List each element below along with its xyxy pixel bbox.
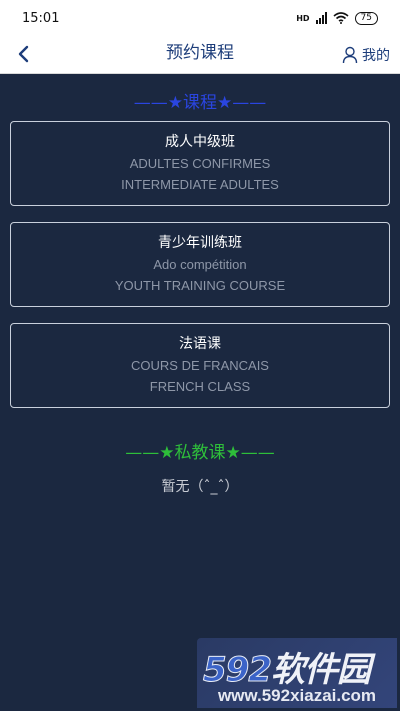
course-subtitle-english: YOUTH TRAINING COURSE [114, 278, 286, 293]
watermark-logo: 592软件园 [203, 642, 371, 691]
course-card-youth-training[interactable]: 青少年训练班 Ado compétition YOUTH TRAINING CO… [10, 222, 390, 307]
course-title: 法语课 [179, 336, 221, 352]
status-time: 15:01 [22, 10, 60, 26]
my-profile-button[interactable]: 我的 [342, 42, 390, 68]
site-watermark: 592软件园 www.592xiazai.com [197, 638, 397, 708]
course-subtitle-english: INTERMEDIATE ADULTES [121, 177, 279, 192]
status-icons: HD 75 [296, 11, 378, 25]
watermark-logo-text: 软件园 [270, 650, 371, 690]
course-subtitle-french: Ado compétition [153, 257, 247, 272]
signal-icon [315, 12, 327, 24]
battery-indicator: 75 [354, 11, 378, 25]
my-profile-label: 我的 [362, 48, 390, 64]
course-subtitle-french: COURS DE FRANCAIS [131, 358, 269, 373]
private-lessons-empty-text: 暂无（ˆ_ˆ） [161, 479, 239, 495]
app-header: 预约课程 我的 [0, 36, 400, 74]
private-lessons-heading: ——★私教课★—— [125, 443, 275, 463]
course-subtitle-french: ADULTES CONFIRMES [129, 156, 271, 171]
course-title: 成人中级班 [165, 134, 235, 150]
network-type: HD [296, 13, 310, 23]
page-title: 预约课程 [166, 43, 234, 63]
course-subtitle-english: FRENCH CLASS [149, 379, 251, 394]
watermark-url: www.592xiazai.com [217, 686, 377, 705]
courses-section-heading: ——★课程★—— [133, 93, 267, 113]
watermark-logo-number: 592 [203, 650, 273, 691]
status-bar: 15:01 HD 75 [0, 0, 400, 36]
course-title: 青少年训练班 [158, 235, 242, 251]
course-card-adult-intermediate[interactable]: 成人中级班 ADULTES CONFIRMES INTERMEDIATE ADU… [10, 121, 390, 206]
course-card-french-class[interactable]: 法语课 COURS DE FRANCAIS FRENCH CLASS [10, 323, 390, 408]
user-icon [342, 46, 358, 64]
wifi-icon [333, 12, 349, 24]
